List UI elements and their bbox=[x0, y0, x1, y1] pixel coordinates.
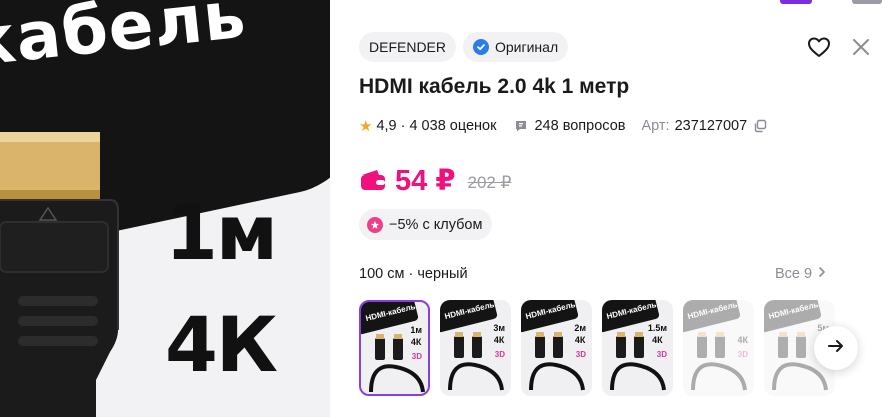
close-icon[interactable] bbox=[848, 34, 874, 60]
rating-row: ★ 4,9 · 4 038 оценок 248 вопросов Арт: 2… bbox=[359, 116, 767, 136]
questions-count[interactable]: 248 вопросов bbox=[534, 118, 625, 134]
thumb-length-value: 3м bbox=[493, 323, 505, 333]
variant-thumbnail[interactable]: HDMI-кабель 4К 3D bbox=[683, 300, 754, 396]
thumb-cable-illustration bbox=[369, 334, 425, 393]
price-row: 54 ₽ 202 ₽ bbox=[359, 160, 511, 200]
heart-icon[interactable] bbox=[806, 34, 832, 60]
thumb-length: 4К bbox=[738, 322, 749, 346]
see-all-variants-link[interactable]: Все 9 bbox=[775, 266, 826, 282]
variant-thumbnail[interactable]: HDMI-кабель 1.5м 4К 3D bbox=[602, 300, 673, 396]
product-main-image[interactable]: кабель 1м 4К bbox=[0, 0, 330, 417]
article-number[interactable]: 237127007 bbox=[675, 118, 748, 134]
thumb-cable-illustration bbox=[691, 332, 747, 391]
thumb-cable-illustration bbox=[529, 332, 585, 391]
original-label: Оригинал bbox=[495, 39, 559, 55]
thumb-res: 4К bbox=[493, 335, 505, 345]
variant-thumbnail[interactable]: HDMI-кабель 1м 4К 3D bbox=[359, 300, 430, 396]
variant-thumbnails: HDMI-кабель 1м 4К 3D HDMI-кабель 3м 4К 3D … bbox=[359, 300, 835, 396]
copy-icon[interactable] bbox=[753, 119, 767, 133]
club-discount-label: −5% с клубом bbox=[389, 216, 483, 233]
image-pager-indicator bbox=[780, 0, 882, 4]
club-discount-chip[interactable]: −5% с клубом bbox=[359, 209, 493, 240]
old-price: 202 ₽ bbox=[467, 173, 512, 192]
article-label: Арт: bbox=[641, 118, 670, 134]
pager-active bbox=[780, 0, 812, 4]
thumb-res: 4К bbox=[737, 335, 749, 345]
thumb-length: 2м 4К bbox=[574, 322, 586, 346]
chat-bubble-icon bbox=[514, 119, 528, 133]
thumb-res: 4К bbox=[574, 335, 586, 345]
thumb-3d-badge: 3D bbox=[656, 350, 667, 359]
hero-length: 1м bbox=[165, 188, 278, 277]
thumb-length: 3м 4К bbox=[493, 322, 505, 346]
thumb-3d-badge: 3D bbox=[737, 350, 748, 359]
thumb-length-value: 1.5м bbox=[647, 323, 667, 333]
club-icon bbox=[367, 216, 383, 233]
pager-inactive bbox=[852, 0, 882, 4]
thumb-length-value: 2м bbox=[574, 323, 586, 333]
thumb-length: 1.5м 4К bbox=[648, 322, 667, 346]
thumb-3d-badge: 3D bbox=[575, 350, 586, 359]
thumb-3d-badge: 3D bbox=[411, 352, 422, 361]
variant-thumbnail[interactable]: HDMI-кабель 3м 4К 3D bbox=[440, 300, 511, 396]
separator-dot: · bbox=[400, 118, 406, 134]
reviews-count[interactable]: 4 038 оценок bbox=[409, 118, 496, 134]
hero-resolution: 4К bbox=[165, 300, 278, 389]
variant-thumbnail[interactable]: HDMI-кабель 2м 4К 3D bbox=[521, 300, 592, 396]
current-price: 54 ₽ bbox=[395, 164, 456, 197]
brand-name: DEFENDER bbox=[369, 39, 447, 55]
thumb-length-value: 1м bbox=[410, 325, 422, 335]
rating-score[interactable]: 4,9 bbox=[376, 118, 396, 134]
product-title: HDMI кабель 2.0 4k 1 метр bbox=[359, 75, 630, 98]
see-all-label: Все 9 bbox=[775, 266, 813, 282]
verified-check-icon bbox=[473, 39, 489, 55]
selected-variant-label: 100 см · черный bbox=[359, 266, 468, 282]
brand-chip[interactable]: DEFENDER bbox=[359, 32, 457, 62]
wallet-icon bbox=[359, 168, 387, 192]
thumb-length: 1м 4К bbox=[410, 324, 422, 348]
thumb-cable-illustration bbox=[448, 332, 504, 391]
star-icon: ★ bbox=[359, 118, 373, 135]
original-badge[interactable]: Оригинал bbox=[463, 32, 569, 62]
thumbnails-next-button[interactable] bbox=[814, 326, 858, 370]
thumb-3d-badge: 3D bbox=[494, 350, 505, 359]
thumb-res: 4К bbox=[410, 337, 422, 347]
chevron-right-icon bbox=[818, 266, 826, 282]
arrow-right-icon bbox=[827, 338, 845, 359]
thumb-res: 4К bbox=[652, 335, 663, 345]
thumb-cable-illustration bbox=[610, 332, 666, 391]
